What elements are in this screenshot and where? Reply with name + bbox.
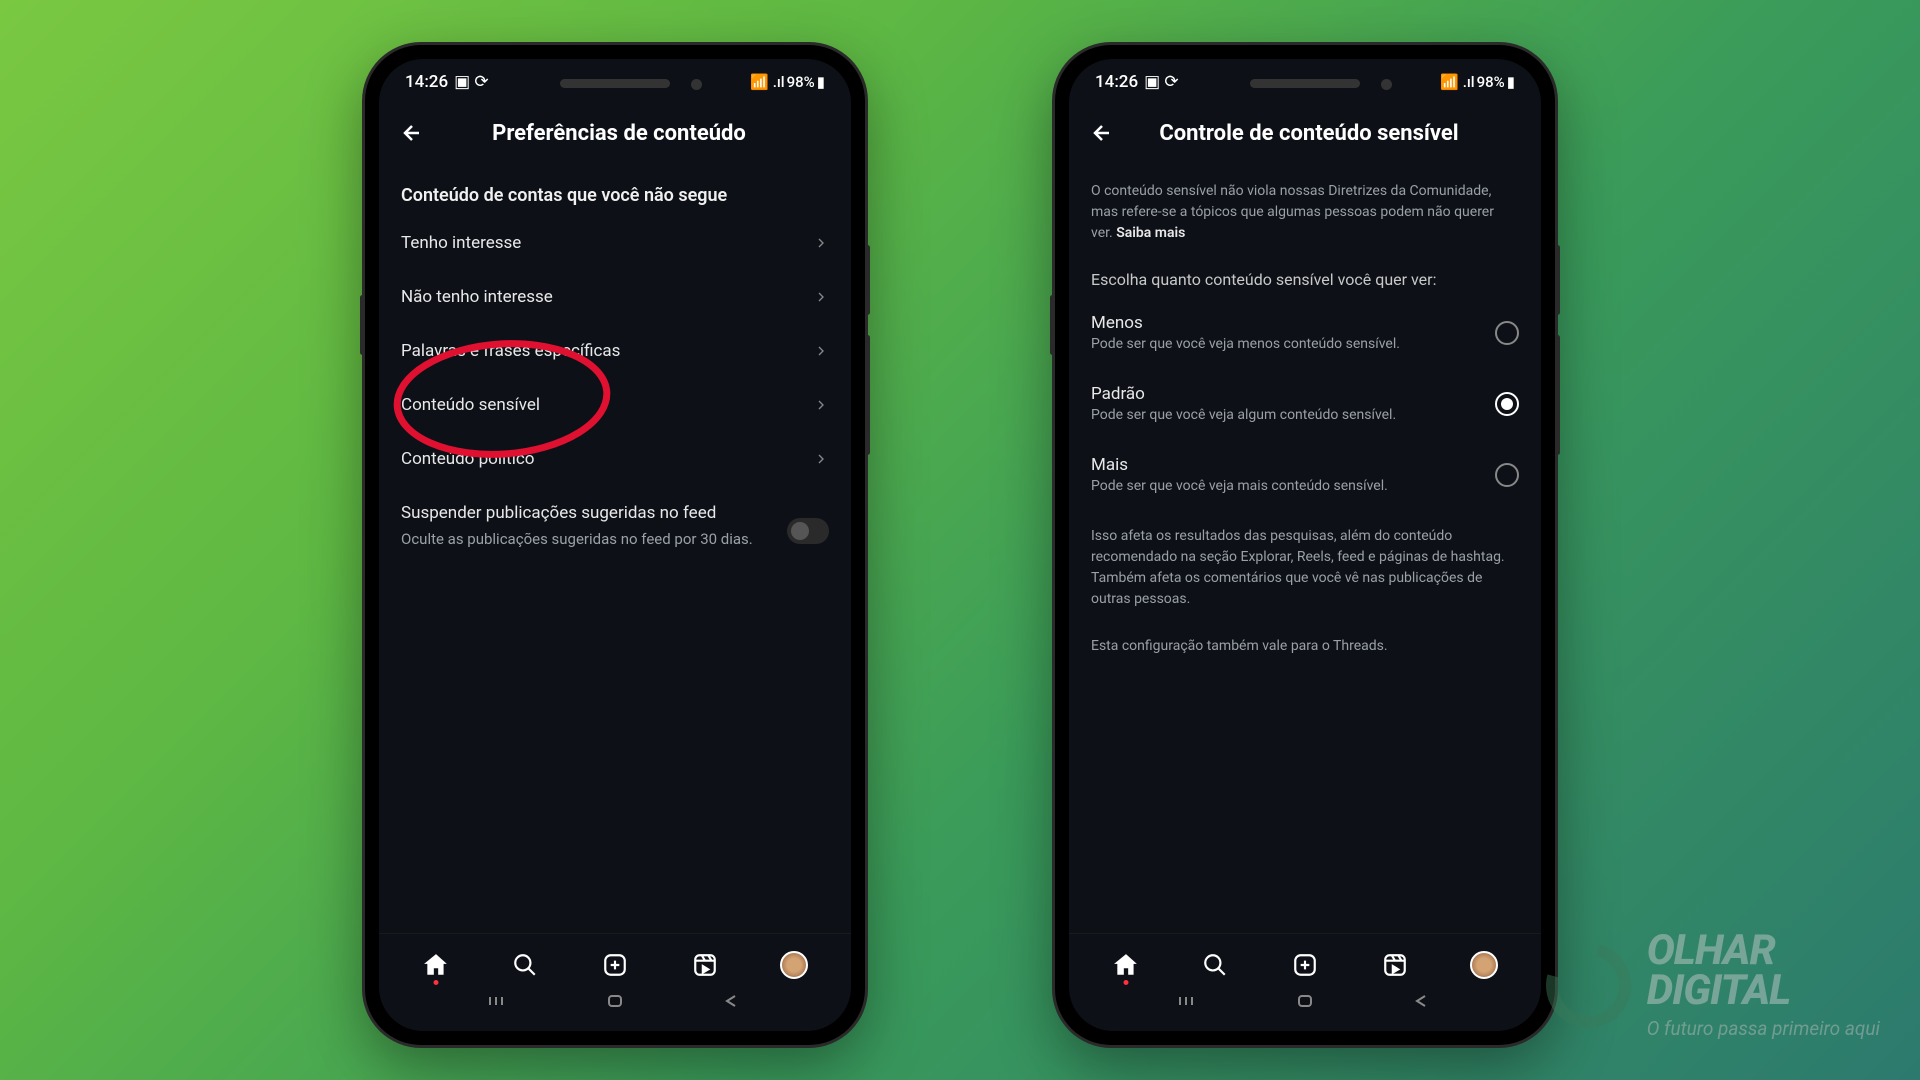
list-item-conteudo-sensivel[interactable]: Conteúdo sensível <box>379 378 851 432</box>
list-item-label: Conteúdo político <box>401 449 534 469</box>
list-item-label: Não tenho interesse <box>401 287 553 307</box>
radio-desc: Pode ser que você veja mais conteúdo sen… <box>1091 478 1479 494</box>
watermark-tagline: O futuro passa primeiro aqui <box>1647 1017 1880 1040</box>
toggle-switch[interactable] <box>787 518 829 544</box>
nav-reels[interactable] <box>1379 949 1411 981</box>
radio-option-mais[interactable]: Mais Pode ser que você veja mais conteúd… <box>1069 439 1541 510</box>
radio-title: Mais <box>1091 455 1479 475</box>
content-area: O conteúdo sensível não viola nossas Dir… <box>1069 161 1541 933</box>
content-area: Conteúdo de contas que você não segue Te… <box>379 161 851 933</box>
status-signal-icon: 📶 .ıl <box>750 73 784 91</box>
radio-title: Padrão <box>1091 384 1479 404</box>
phones-container: 14:26 ▣ ⟳ 📶 .ıl 98% ▮ Preferências de co… <box>0 0 1920 1045</box>
android-nav <box>1069 995 1541 1031</box>
avatar-icon <box>1470 951 1498 979</box>
bottom-nav <box>379 933 851 995</box>
nav-home[interactable] <box>420 949 452 981</box>
android-recents-icon[interactable] <box>1176 995 1200 1007</box>
status-indicator-icon: ▣ ⟳ <box>454 72 489 92</box>
list-item-label: Tenho interesse <box>401 233 521 253</box>
radio-button[interactable] <box>1495 463 1519 487</box>
nav-home[interactable] <box>1110 949 1142 981</box>
back-button[interactable] <box>399 120 425 146</box>
footnote-threads: Esta configuração também vale para o Thr… <box>1069 628 1541 665</box>
page-title: Preferências de conteúdo <box>447 121 791 146</box>
android-back-icon[interactable] <box>720 995 744 1007</box>
status-indicator-icon: ▣ ⟳ <box>1144 72 1179 92</box>
nav-profile[interactable] <box>1468 949 1500 981</box>
phone-frame-left: 14:26 ▣ ⟳ 📶 .ıl 98% ▮ Preferências de co… <box>365 45 865 1045</box>
list-item-label: Conteúdo sensível <box>401 395 540 415</box>
bottom-nav <box>1069 933 1541 995</box>
radio-option-menos[interactable]: Menos Pode ser que você veja menos conte… <box>1069 297 1541 368</box>
chevron-right-icon <box>813 397 829 413</box>
page-title: Controle de conteúdo sensível <box>1137 121 1481 146</box>
android-nav <box>379 995 851 1031</box>
nav-profile[interactable] <box>778 949 810 981</box>
radio-option-padrao[interactable]: Padrão Pode ser que você veja algum cont… <box>1069 368 1541 439</box>
suspend-toggle-item[interactable]: Suspender publicações sugeridas no feed … <box>379 486 851 566</box>
nav-create[interactable] <box>599 949 631 981</box>
list-item-conteudo-politico[interactable]: Conteúdo político <box>379 432 851 486</box>
android-home-icon[interactable] <box>1293 995 1317 1007</box>
radio-desc: Pode ser que você veja algum conteúdo se… <box>1091 407 1479 423</box>
list-item-interesse[interactable]: Tenho interesse <box>379 216 851 270</box>
status-signal-icon: 📶 .ıl <box>1440 73 1474 91</box>
phone-frame-right: 14:26 ▣ ⟳ 📶 .ıl 98% ▮ Controle de conteú… <box>1055 45 1555 1045</box>
watermark-brand-line2: DIGITAL <box>1647 971 1880 1011</box>
battery-icon: ▮ <box>1507 73 1515 91</box>
chevron-right-icon <box>813 343 829 359</box>
list-item-label: Palavras e frases específicas <box>401 341 620 361</box>
watermark: OLHAR DIGITAL O futuro passa primeiro aq… <box>1546 931 1880 1040</box>
nav-search[interactable] <box>509 949 541 981</box>
nav-reels[interactable] <box>689 949 721 981</box>
list-item-palavras[interactable]: Palavras e frases específicas <box>379 324 851 378</box>
nav-search[interactable] <box>1199 949 1231 981</box>
status-time: 14:26 <box>1095 72 1138 92</box>
intro-text: O conteúdo sensível não viola nossas Dir… <box>1069 173 1541 252</box>
chevron-right-icon <box>813 235 829 251</box>
radio-button[interactable] <box>1495 321 1519 345</box>
android-home-icon[interactable] <box>603 995 627 1007</box>
radio-title: Menos <box>1091 313 1479 333</box>
status-battery: 98% <box>1477 73 1505 91</box>
radio-button-selected[interactable] <box>1495 392 1519 416</box>
watermark-logo-icon <box>1530 928 1646 1044</box>
footnote-text: Isso afeta os resultados das pesquisas, … <box>1069 518 1541 618</box>
header-bar: Controle de conteúdo sensível <box>1069 105 1541 161</box>
back-button[interactable] <box>1089 120 1115 146</box>
prompt-text: Escolha quanto conteúdo sensível você qu… <box>1069 252 1541 297</box>
section-heading: Conteúdo de contas que você não segue <box>379 173 851 216</box>
suspend-title: Suspender publicações sugeridas no feed <box>401 502 771 525</box>
android-recents-icon[interactable] <box>486 995 510 1007</box>
android-back-icon[interactable] <box>1410 995 1434 1007</box>
header-bar: Preferências de conteúdo <box>379 105 851 161</box>
status-time: 14:26 <box>405 72 448 92</box>
radio-desc: Pode ser que você veja menos conteúdo se… <box>1091 336 1479 352</box>
chevron-right-icon <box>813 289 829 305</box>
learn-more-link[interactable]: Saiba mais <box>1116 225 1185 241</box>
suspend-desc: Oculte as publicações sugeridas no feed … <box>401 529 771 550</box>
list-item-nao-interesse[interactable]: Não tenho interesse <box>379 270 851 324</box>
battery-icon: ▮ <box>817 73 825 91</box>
avatar-icon <box>780 951 808 979</box>
nav-create[interactable] <box>1289 949 1321 981</box>
status-battery: 98% <box>787 73 815 91</box>
chevron-right-icon <box>813 451 829 467</box>
